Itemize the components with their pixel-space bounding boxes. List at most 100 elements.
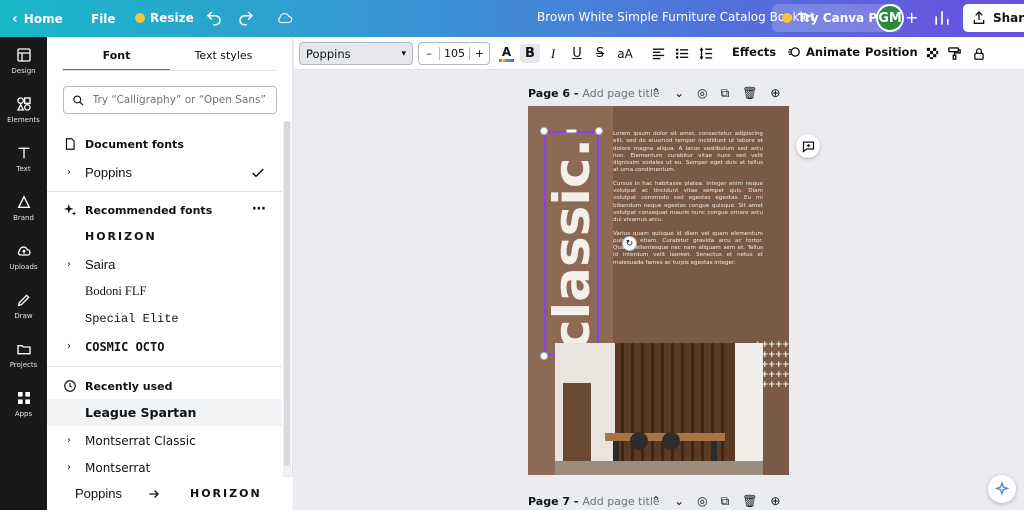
share-button[interactable]: Share (963, 4, 1024, 32)
font-item-cosmic-octo[interactable]: › COSMIC OCTO (47, 333, 282, 360)
format-painter-button[interactable] (944, 44, 964, 63)
font-item-special-elite[interactable]: › Special Elite (47, 305, 282, 332)
tab-font[interactable]: Font (63, 47, 170, 71)
scrollbar-thumb[interactable] (284, 121, 290, 466)
font-name: HORIZON (85, 230, 157, 243)
chevron-down-icon[interactable]: ⌄ (674, 494, 684, 509)
font-item-bodoni[interactable]: › Bodoni FLF (47, 278, 282, 305)
resize-handle[interactable] (595, 127, 603, 135)
resize-handle[interactable] (540, 127, 548, 135)
add-page-icon[interactable]: ⊕ (770, 494, 780, 509)
letter-case-button[interactable]: aA (614, 44, 636, 63)
text-color-button[interactable]: A (498, 44, 515, 63)
chevron-down-icon[interactable]: ⌄ (674, 86, 684, 101)
chevron-right-icon: › (67, 462, 71, 473)
folder-icon (16, 345, 31, 355)
font-pairing-footer[interactable]: Poppins HORIZON (47, 477, 293, 510)
chevron-right-icon: › (67, 341, 71, 352)
cloud-saved-icon[interactable] (276, 9, 294, 30)
tab-text-styles[interactable]: Text styles (170, 47, 277, 71)
home-label: Home (23, 11, 63, 26)
text-icon (18, 147, 29, 159)
canva-assistant-button[interactable] (988, 475, 1016, 503)
rotate-handle-icon[interactable]: ↻ (622, 236, 637, 251)
add-collaborator-icon[interactable]: + (905, 8, 918, 27)
font-search[interactable] (63, 86, 277, 114)
italic-button[interactable]: I (543, 44, 563, 63)
analytics-icon[interactable] (932, 8, 952, 28)
apps-icon (17, 392, 30, 404)
rail-item-apps[interactable]: Apps (0, 380, 47, 428)
align-button[interactable] (648, 44, 668, 63)
font-item-poppins[interactable]: › Poppins (47, 159, 282, 186)
font-item-montserrat-classic[interactable]: › Montserrat Classic (47, 427, 282, 454)
effects-button[interactable]: Effects (732, 45, 776, 59)
paragraph: Cursus in hac habitasse platea. Integer … (613, 180, 763, 224)
panel-scrollbar[interactable] (283, 121, 291, 510)
page-title-input[interactable]: Add page title (582, 495, 659, 508)
page-title-input[interactable]: Add page title (582, 87, 659, 100)
duplicate-page-icon[interactable]: ⧉ (721, 86, 730, 101)
rail-item-design[interactable]: Design (0, 37, 47, 85)
page-6-canvas[interactable]: classic. Lorem ipsum dolor sit amet, con… (528, 106, 789, 475)
decrease-size-button[interactable]: – (419, 47, 440, 60)
plus-pattern-decoration: + + + + + + + + + + + + + + + + + + + + + + + + + (754, 340, 789, 390)
font-name: Montserrat Classic (85, 433, 196, 448)
delete-page-icon[interactable]: 🗑 (742, 86, 757, 101)
rail-label: Projects (9, 361, 38, 369)
underline-button[interactable]: U (567, 44, 587, 63)
font-item-horizon[interactable]: › HORIZON (47, 223, 282, 250)
color-bar (499, 58, 514, 62)
rail-item-draw[interactable]: Draw (0, 282, 47, 330)
chevron-right-icon: › (67, 167, 71, 178)
animate-button[interactable]: Animate (787, 45, 860, 59)
hide-page-icon[interactable]: ◎ (697, 86, 707, 101)
transparency-button[interactable] (922, 44, 942, 63)
home-button[interactable]: ‹ Home (12, 0, 63, 37)
font-item-league-spartan[interactable]: › League Spartan (47, 399, 282, 426)
rail-item-elements[interactable]: Elements (0, 86, 47, 134)
increase-size-button[interactable]: + (469, 47, 489, 60)
crown-icon (782, 13, 792, 23)
chevron-up-icon[interactable]: ⌃ (651, 86, 661, 101)
body-text-block[interactable]: Lorem ipsum dolor sit amet, consectetur … (613, 131, 763, 273)
add-page-icon[interactable]: ⊕ (770, 86, 780, 101)
delete-page-icon[interactable]: 🗑 (742, 494, 757, 509)
font-search-input[interactable] (92, 94, 268, 106)
redo-icon[interactable] (237, 9, 255, 30)
kitchen-photo[interactable] (555, 343, 763, 475)
rail-item-text[interactable]: Text (0, 135, 47, 183)
rail-item-projects[interactable]: Projects (0, 331, 47, 379)
more-options-icon[interactable]: ⋯ (252, 201, 266, 217)
font-item-saira[interactable]: › Saira (47, 251, 282, 278)
font-family-select[interactable]: Poppins ▾ (299, 42, 413, 65)
resize-handle[interactable] (540, 352, 548, 360)
paint-roller-icon (947, 47, 961, 60)
duplicate-page-icon[interactable]: ⧉ (721, 494, 730, 509)
position-button[interactable]: Position (865, 45, 918, 59)
rail-item-brand[interactable]: Brand (0, 184, 47, 232)
file-menu[interactable]: File (91, 0, 116, 37)
recommended-fonts-header: Recommended fonts (63, 203, 212, 217)
hide-page-icon[interactable]: ◎ (697, 494, 707, 509)
resize-handle[interactable] (566, 129, 577, 133)
spacing-button[interactable] (696, 44, 716, 63)
text-color-icon: A (501, 44, 512, 59)
chevron-up-icon[interactable]: ⌃ (651, 494, 661, 509)
resize-button[interactable]: Resize (125, 4, 204, 32)
chevron-right-icon: › (67, 435, 71, 446)
avatar[interactable]: GM (876, 4, 904, 32)
rail-item-uploads[interactable]: Uploads (0, 233, 47, 281)
undo-icon[interactable] (205, 9, 223, 30)
font-size-input[interactable]: 105 (440, 47, 469, 60)
animate-label: Animate (806, 45, 861, 59)
rail-label: Apps (14, 410, 33, 418)
font-size-control: – 105 + (418, 42, 490, 65)
add-comment-button[interactable] (796, 134, 820, 158)
strikethrough-button[interactable]: S (590, 44, 610, 63)
lock-button[interactable] (969, 44, 989, 63)
bold-button[interactable]: B (520, 44, 540, 63)
list-button[interactable] (672, 44, 692, 63)
font-name: League Spartan (85, 405, 197, 420)
checker-icon (926, 47, 938, 60)
